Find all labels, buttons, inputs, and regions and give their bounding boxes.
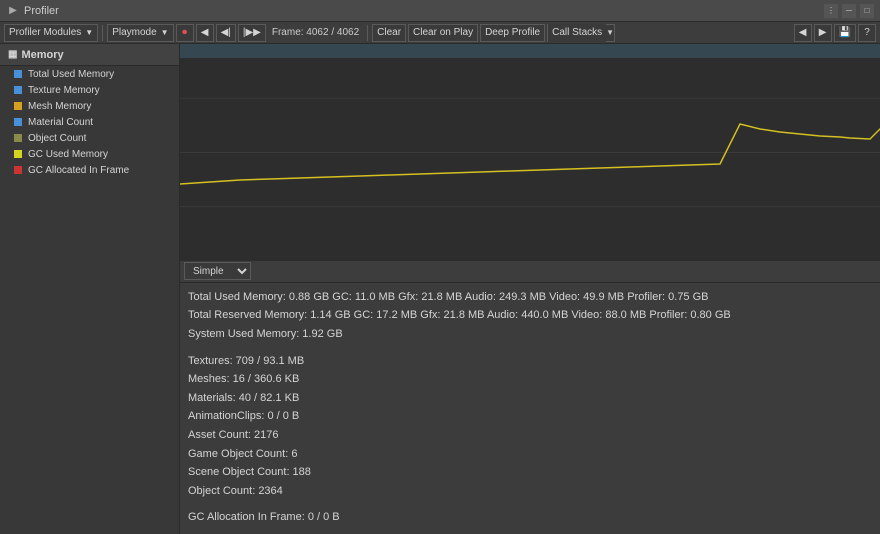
sidebar-label-gc-used: GC Used Memory	[28, 149, 108, 160]
modules-dropdown[interactable]: Profiler Modules ▼	[4, 24, 98, 42]
detail-row-10: Scene Object Count: 188	[188, 464, 872, 482]
animation-line: AnimationClips: 0 / 0 B	[188, 410, 299, 422]
system-used-line: System Used Memory: 1.92 GB	[188, 328, 343, 340]
menu-button[interactable]: ⋮	[824, 4, 838, 18]
gc-alloc-line: GC Allocation In Frame: 0 / 0 B	[188, 511, 340, 523]
graph-svg	[180, 44, 880, 261]
detail-row-5: Meshes: 16 / 360.6 KB	[188, 371, 872, 389]
window-controls: ⋮ ─ □	[824, 4, 874, 18]
minimize-button[interactable]: ─	[842, 4, 856, 18]
sidebar-label-gc-alloc: GC Allocated In Frame	[28, 165, 129, 176]
sidebar-label-total-used: Total Used Memory	[28, 69, 114, 80]
asset-count-line: Asset Count: 2176	[188, 429, 279, 441]
help-button[interactable]: ?	[858, 24, 876, 42]
mesh-color	[14, 102, 22, 110]
textures-line: Textures: 709 / 93.1 MB	[188, 355, 304, 367]
view-dropdown[interactable]: Simple Detailed	[184, 262, 251, 280]
sidebar-item-gc-allocated[interactable]: GC Allocated In Frame	[0, 162, 179, 178]
gc-used-color	[14, 150, 22, 158]
detail-row-1: Total Used Memory: 0.88 GB GC: 11.0 MB G…	[188, 289, 872, 307]
title-bar: ▶ Profiler ⋮ ─ □	[0, 0, 880, 22]
object-count-line: Object Count: 2364	[188, 485, 283, 497]
gc-alloc-color	[14, 166, 22, 174]
sidebar-label-texture: Texture Memory	[28, 85, 100, 96]
clear-button[interactable]: Clear	[372, 24, 406, 42]
back-button[interactable]: ◀	[794, 24, 812, 42]
sidebar-item-material-count[interactable]: Material Count	[0, 114, 179, 130]
sep1	[102, 25, 103, 41]
sidebar-item-gc-used-memory[interactable]: GC Used Memory	[0, 146, 179, 162]
meshes-line: Meshes: 16 / 360.6 KB	[188, 373, 299, 385]
detail-row-2: Total Reserved Memory: 1.14 GB GC: 17.2 …	[188, 307, 872, 325]
sidebar-header: ▦ Memory	[0, 44, 179, 66]
frame-label: Frame: 4062 / 4062	[268, 27, 363, 38]
modules-chevron-icon: ▼	[85, 28, 93, 37]
total-reserved-line: Total Reserved Memory: 1.14 GB GC: 17.2 …	[188, 309, 731, 321]
spacer2	[188, 501, 872, 509]
detail-row-3: System Used Memory: 1.92 GB	[188, 326, 872, 344]
clear-on-play-button[interactable]: Clear on Play	[408, 24, 478, 42]
save-button[interactable]: 💾	[834, 24, 856, 42]
sidebar: ▦ Memory Total Used Memory Texture Memor…	[0, 44, 180, 534]
main-toolbar: Profiler Modules ▼ Playmode ▼ ⏺ ◀ ◀| |▶▶…	[0, 22, 880, 44]
call-stacks-button[interactable]: Call Stacks	[548, 24, 606, 42]
sidebar-label-object: Object Count	[28, 133, 86, 144]
deep-profile-button[interactable]: Deep Profile	[480, 24, 545, 42]
graph-container[interactable]	[180, 44, 880, 261]
sidebar-label-material: Material Count	[28, 117, 93, 128]
detail-row-8: Asset Count: 2176	[188, 427, 872, 445]
sidebar-item-mesh-memory[interactable]: Mesh Memory	[0, 98, 179, 114]
detail-content: Total Used Memory: 0.88 GB GC: 11.0 MB G…	[180, 283, 880, 534]
window-title: Profiler	[24, 5, 824, 17]
scene-object-line: Scene Object Count: 188	[188, 466, 311, 478]
game-object-line: Game Object Count: 6	[188, 448, 297, 460]
sep2	[367, 25, 368, 41]
prev-frame-button[interactable]: ◀	[196, 24, 214, 42]
record-button[interactable]: ⏺	[176, 24, 194, 42]
detail-row-9: Game Object Count: 6	[188, 446, 872, 464]
playmode-dropdown[interactable]: Playmode ▼	[107, 24, 173, 42]
detail-row-7: AnimationClips: 0 / 0 B	[188, 408, 872, 426]
maximize-button[interactable]: □	[860, 4, 874, 18]
spacer1	[188, 345, 872, 353]
object-color	[14, 134, 22, 142]
prev-step-button[interactable]: ◀|	[216, 24, 236, 42]
total-used-line: Total Used Memory: 0.88 GB GC: 11.0 MB G…	[188, 291, 709, 303]
main-area: ▦ Memory Total Used Memory Texture Memor…	[0, 44, 880, 534]
profiler-icon: ▶	[6, 4, 20, 18]
playmode-chevron-icon: ▼	[161, 28, 169, 37]
call-stacks-chevron-icon: ▼	[606, 28, 614, 37]
texture-color	[14, 86, 22, 94]
detail-row-4: Textures: 709 / 93.1 MB	[188, 353, 872, 371]
sidebar-header-label: Memory	[21, 49, 63, 61]
material-color	[14, 118, 22, 126]
memory-icon: ▦	[8, 49, 17, 60]
content-area: Simple Detailed Total Used Memory: 0.88 …	[180, 44, 880, 534]
sidebar-item-object-count[interactable]: Object Count	[0, 130, 179, 146]
detail-toolbar: Simple Detailed	[180, 261, 880, 283]
next-frame-button[interactable]: |▶▶	[238, 24, 266, 42]
materials-line: Materials: 40 / 82.1 KB	[188, 392, 299, 404]
sidebar-item-texture-memory[interactable]: Texture Memory	[0, 82, 179, 98]
total-used-color	[14, 70, 22, 78]
detail-row-11: Object Count: 2364	[188, 483, 872, 501]
detail-row-6: Materials: 40 / 82.1 KB	[188, 390, 872, 408]
detail-row-12: GC Allocation In Frame: 0 / 0 B	[188, 509, 872, 527]
forward-button[interactable]: ▶	[814, 24, 832, 42]
sidebar-item-total-used-memory[interactable]: Total Used Memory	[0, 66, 179, 82]
sidebar-label-mesh: Mesh Memory	[28, 101, 91, 112]
